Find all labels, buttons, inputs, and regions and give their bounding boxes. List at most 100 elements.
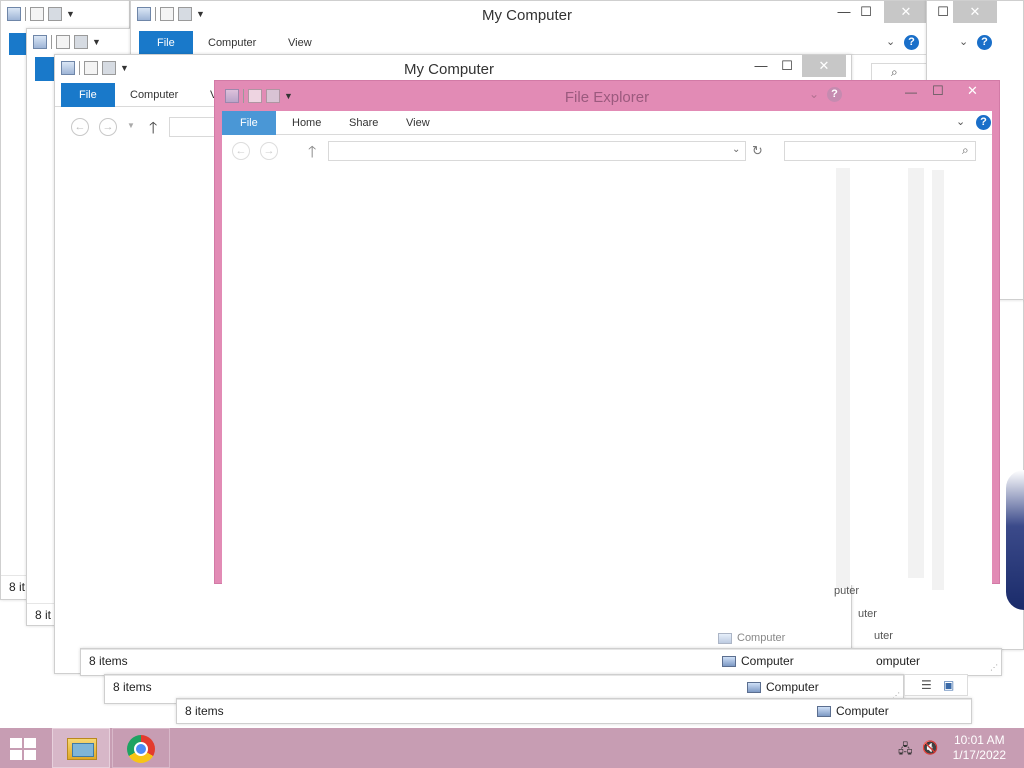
taskbar-chrome[interactable]	[112, 728, 170, 768]
properties-icon[interactable]	[56, 35, 70, 49]
location-label-partial: omputer	[876, 654, 920, 668]
view-toggle-strip: ☰ ▣	[904, 674, 968, 696]
properties-icon[interactable]	[160, 7, 174, 21]
chrome-icon	[127, 735, 155, 763]
maximize-button[interactable]: ☐	[771, 55, 803, 77]
search-icon[interactable]: ⌕	[891, 65, 898, 80]
tab-view[interactable]: View	[394, 111, 442, 135]
ghost-trail	[836, 168, 850, 588]
title-bar[interactable]: ▼ My Computer — ☐ ✕	[131, 1, 1023, 29]
minimize-button[interactable]: —	[905, 85, 917, 99]
help-icon[interactable]: ?	[976, 115, 991, 130]
search-input[interactable]	[784, 141, 976, 161]
help-icon[interactable]: ?	[977, 35, 992, 50]
location-label: Computer	[722, 654, 794, 668]
separator	[51, 35, 52, 49]
tab-view[interactable]: View	[276, 31, 324, 55]
resize-grip-icon[interactable]: ⋰	[990, 663, 998, 672]
location-text: Computer	[741, 654, 794, 668]
chevron-down-icon[interactable]: ▼	[120, 63, 129, 73]
chevron-down-icon[interactable]: ▼	[196, 9, 205, 19]
ribbon-tabs: File Home Share View ⌄ ?	[222, 111, 992, 135]
computer-icon	[718, 632, 732, 644]
file-explorer-window[interactable]: ▼ File Explorer ⌄ ? — ☐ ✕ File Home Shar…	[214, 80, 1000, 585]
location-partial-1: puter	[834, 585, 860, 597]
address-dropdown-icon[interactable]: ⌄	[732, 144, 740, 155]
separator	[155, 7, 156, 21]
new-folder-icon[interactable]	[102, 61, 116, 75]
window-title: My Computer	[482, 7, 573, 24]
windows-logo-icon	[10, 750, 22, 760]
large-icons-view-icon[interactable]: ▣	[943, 678, 954, 692]
title-bar[interactable]: ▼ My Computer — ☐ ✕	[55, 55, 851, 83]
system-clock[interactable]: 10:01 AM 1/17/2022	[953, 733, 1006, 763]
new-folder-icon[interactable]	[48, 7, 62, 21]
recent-locations-icon[interactable]: ▼	[127, 121, 135, 130]
item-count: 8 it	[35, 608, 52, 622]
chevron-down-icon[interactable]: ⌄	[886, 35, 895, 48]
tab-file[interactable]: File	[61, 83, 115, 107]
location-partial-3: uter	[874, 630, 893, 642]
volume-muted-icon[interactable]: 🔇	[922, 740, 938, 756]
help-icon[interactable]: ?	[827, 87, 842, 102]
properties-icon[interactable]	[84, 61, 98, 75]
back-button[interactable]: ←	[232, 142, 250, 160]
quick-access-toolbar: ▼	[61, 61, 129, 75]
window-title: File Explorer	[564, 89, 650, 106]
forward-button[interactable]: →	[99, 118, 117, 136]
maximize-button[interactable]: ☐	[932, 83, 944, 99]
status-bar: 8 items Computer	[177, 699, 971, 723]
address-bar[interactable]	[328, 141, 746, 161]
chevron-down-icon[interactable]: ⌄	[809, 87, 819, 101]
location-label: Computer	[747, 680, 819, 694]
close-button[interactable]: ✕	[802, 55, 846, 77]
tab-home[interactable]: Home	[280, 111, 333, 135]
clock-date: 1/17/2022	[952, 748, 1006, 762]
properties-icon[interactable]	[30, 7, 44, 21]
tab-computer[interactable]: Computer	[196, 31, 268, 55]
start-button[interactable]	[8, 736, 36, 760]
tab-share[interactable]: Share	[337, 111, 390, 135]
close-button[interactable]: ✕	[884, 1, 928, 23]
details-view-icon[interactable]: ☰	[921, 678, 932, 692]
separator	[79, 61, 80, 75]
forward-button[interactable]: →	[260, 142, 278, 160]
help-icon[interactable]: ?	[904, 35, 919, 50]
location-text-partial: omputer	[876, 654, 921, 668]
location-text: Computer	[737, 632, 786, 644]
location-label: Computer	[817, 704, 889, 718]
new-folder-icon[interactable]	[178, 7, 192, 21]
network-icon[interactable]: 🖧	[898, 740, 913, 762]
up-arrow-icon[interactable]: 🡑	[149, 117, 157, 144]
computer-icon	[747, 681, 761, 693]
chevron-down-icon[interactable]: ▼	[66, 9, 75, 19]
taskbar-file-explorer[interactable]	[52, 728, 110, 768]
chevron-down-icon[interactable]: ⌄	[959, 35, 968, 48]
computer-icon	[7, 7, 21, 21]
tab-file[interactable]: File	[139, 31, 193, 55]
separator	[25, 7, 26, 21]
ghost-trail	[908, 168, 924, 578]
window-title: My Computer	[404, 61, 495, 78]
computer-icon	[137, 7, 151, 21]
clock-time: 10:01 AM	[953, 733, 1005, 747]
close-button[interactable]: ✕	[953, 1, 997, 23]
desktop-wallpaper-fragment	[1006, 470, 1024, 610]
chevron-down-icon[interactable]: ⌄	[956, 115, 965, 128]
navigation-bar: ← → 🡑 ⌄ ↻ ⌕	[222, 135, 992, 167]
tab-file[interactable]: File	[222, 111, 276, 135]
stacked-window-4-status: 8 items Computer	[176, 698, 972, 724]
maximize-button[interactable]: ☐	[850, 1, 882, 23]
item-count: 8 it	[9, 580, 26, 594]
search-icon[interactable]: ⌕	[962, 143, 969, 158]
tab-computer[interactable]: Computer	[118, 83, 190, 107]
up-arrow-icon[interactable]: 🡑	[308, 141, 316, 168]
ribbon-tabs: File Computer View ⌄ ?	[131, 31, 1023, 55]
back-button[interactable]: ←	[71, 118, 89, 136]
location-label-faded: Computer	[718, 632, 785, 644]
refresh-icon[interactable]: ↻	[752, 143, 763, 159]
chevron-down-icon[interactable]: ▼	[92, 37, 101, 47]
new-folder-icon[interactable]	[74, 35, 88, 49]
file-tab-strip[interactable]	[35, 57, 55, 81]
close-button[interactable]: ✕	[967, 83, 978, 99]
